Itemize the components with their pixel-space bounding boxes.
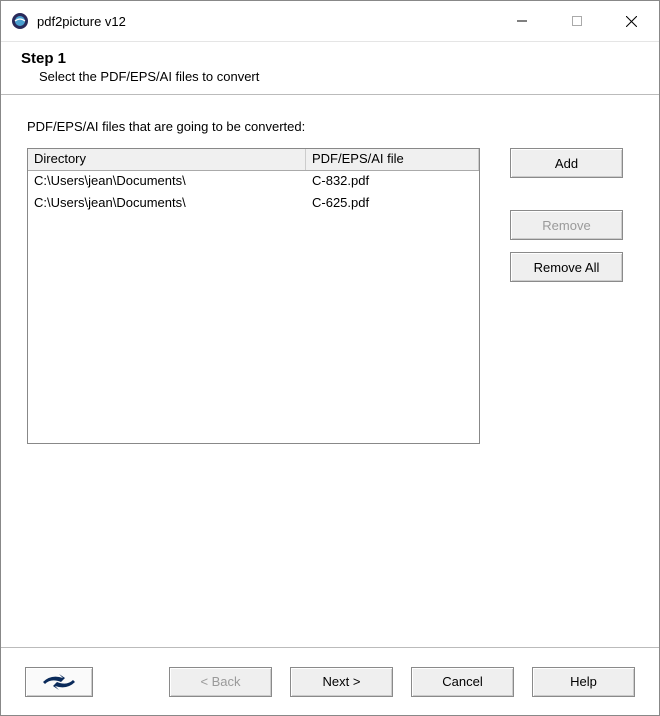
next-button[interactable]: Next > <box>290 667 393 697</box>
app-icon <box>11 12 29 30</box>
minimize-button[interactable] <box>494 3 549 39</box>
maximize-button[interactable] <box>549 3 604 39</box>
table-row[interactable]: C:\Users\jean\Documents\C-625.pdf <box>28 193 479 215</box>
logo-icon <box>25 667 93 697</box>
cell-file: C-832.pdf <box>306 171 479 193</box>
files-table[interactable]: Directory PDF/EPS/AI file C:\Users\jean\… <box>27 148 480 444</box>
help-button[interactable]: Help <box>532 667 635 697</box>
remove-button[interactable]: Remove <box>510 210 623 240</box>
files-label: PDF/EPS/AI files that are going to be co… <box>27 119 633 134</box>
cell-directory: C:\Users\jean\Documents\ <box>28 193 306 215</box>
cancel-button[interactable]: Cancel <box>411 667 514 697</box>
table-row[interactable]: C:\Users\jean\Documents\C-832.pdf <box>28 171 479 193</box>
back-button[interactable]: < Back <box>169 667 272 697</box>
column-file[interactable]: PDF/EPS/AI file <box>306 149 479 170</box>
cell-file: C-625.pdf <box>306 193 479 215</box>
footer: < Back Next > Cancel Help <box>1 647 659 715</box>
close-button[interactable] <box>604 3 659 39</box>
cell-directory: C:\Users\jean\Documents\ <box>28 171 306 193</box>
titlebar: pdf2picture v12 <box>1 1 659 41</box>
step-title: Step 1 <box>21 50 639 67</box>
content-area: PDF/EPS/AI files that are going to be co… <box>1 94 659 647</box>
add-button[interactable]: Add <box>510 148 623 178</box>
step-header: Step 1 Select the PDF/EPS/AI files to co… <box>1 42 659 94</box>
remove-all-button[interactable]: Remove All <box>510 252 623 282</box>
window-title: pdf2picture v12 <box>37 14 126 29</box>
table-header: Directory PDF/EPS/AI file <box>28 149 479 171</box>
column-directory[interactable]: Directory <box>28 149 306 170</box>
step-subtitle: Select the PDF/EPS/AI files to convert <box>21 67 639 84</box>
